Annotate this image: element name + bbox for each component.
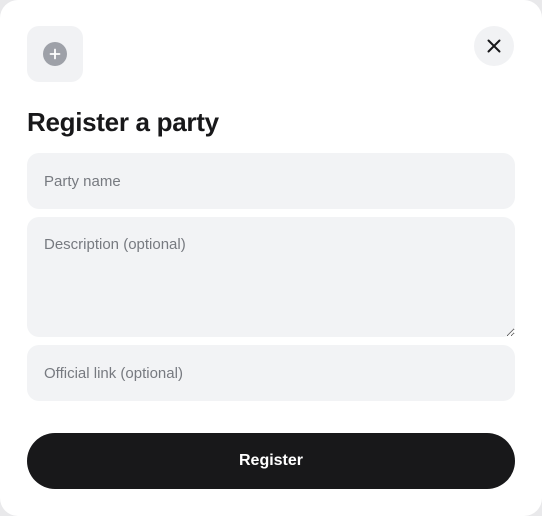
official-link-input[interactable]: [27, 345, 515, 401]
close-button[interactable]: [474, 26, 514, 66]
close-icon: [487, 39, 501, 53]
description-textarea[interactable]: [27, 217, 515, 337]
plus-circle-icon: [43, 42, 67, 66]
dialog-title: Register a party: [27, 107, 219, 137]
party-name-input[interactable]: [27, 153, 515, 209]
register-party-dialog: Register a party Register: [0, 0, 542, 516]
header-icon-container: [27, 26, 83, 82]
register-button[interactable]: Register: [27, 433, 515, 489]
